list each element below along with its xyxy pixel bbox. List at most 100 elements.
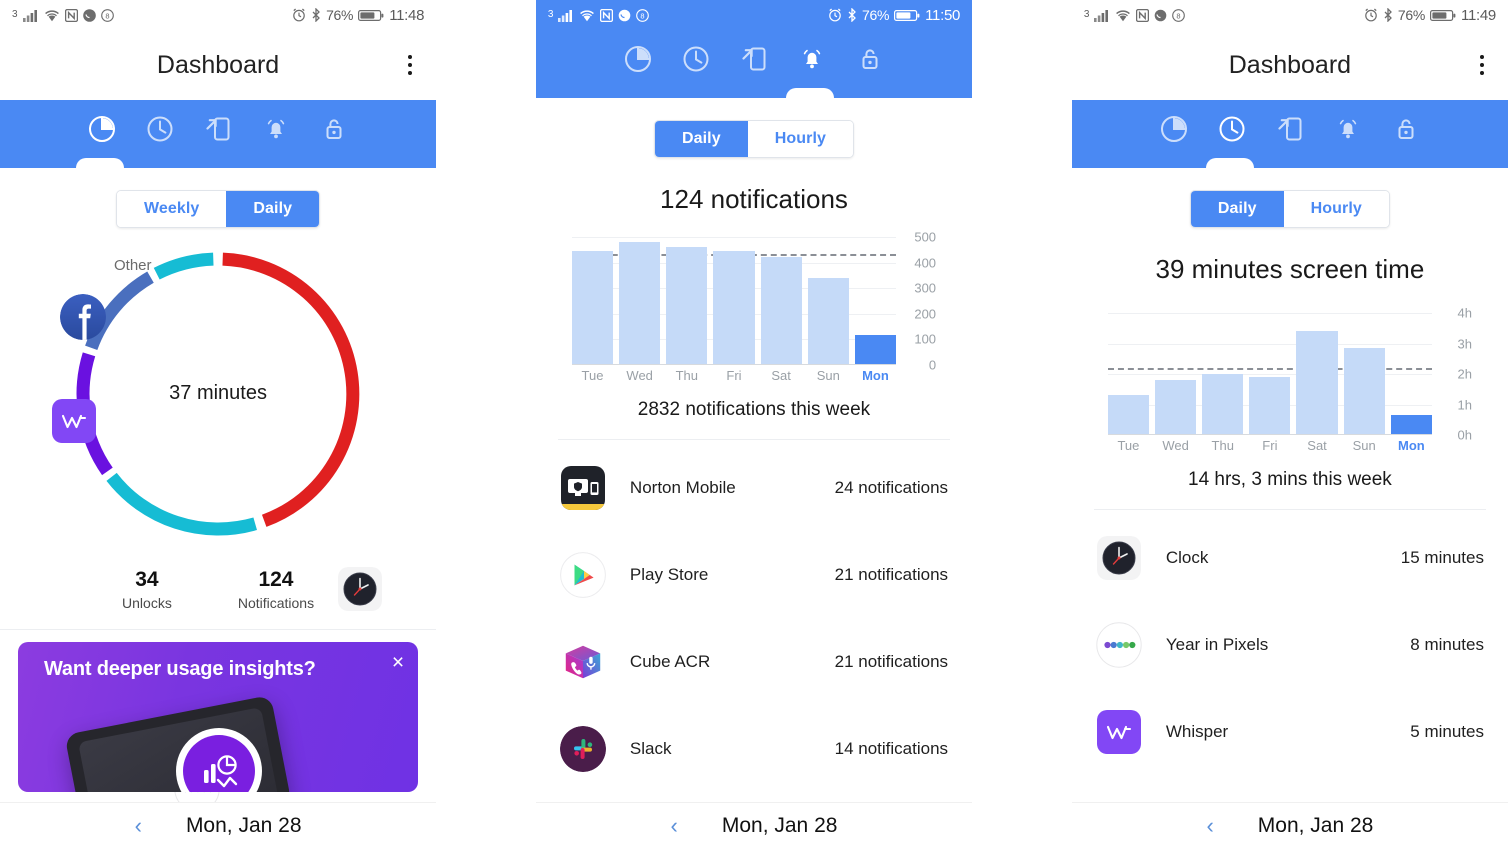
app-name: Norton Mobile: [629, 477, 736, 497]
bar-column[interactable]: [713, 237, 755, 365]
overflow-menu-button[interactable]: [1474, 49, 1490, 81]
period-toggle-wrap: Daily Hourly: [1072, 168, 1508, 228]
donut-app-facebook[interactable]: [60, 294, 106, 345]
sound-mode-icon: 8: [100, 8, 114, 22]
bar-column[interactable]: [571, 237, 614, 365]
facebook-icon: [60, 294, 106, 340]
donut-app-whisper[interactable]: [52, 399, 96, 448]
stat-unlocks-value: 34: [135, 568, 159, 591]
app-bar: Dashboard: [0, 30, 437, 100]
bar-sun: [1343, 348, 1385, 435]
status-bar: 3 8: [1071, 0, 1508, 30]
whisper-icon: [52, 399, 96, 443]
bar-column[interactable]: [854, 237, 897, 365]
list-item[interactable]: Cube ACR 21 notifications: [536, 618, 972, 705]
list-item[interactable]: Norton Mobile 24 notifications: [536, 444, 972, 531]
prev-day-button[interactable]: ‹: [671, 814, 678, 837]
period-toggle-wrap: Daily Hourly: [536, 98, 972, 158]
stat-unlocks-label: Unlocks: [122, 595, 172, 611]
bar-column[interactable]: [1107, 307, 1149, 435]
tab-lock[interactable]: [1377, 100, 1435, 158]
close-icon[interactable]: ×: [392, 652, 404, 673]
tab-notifications[interactable]: [247, 100, 305, 158]
date-nav: ‹ Mon, Jan 28: [0, 802, 437, 848]
list-item[interactable]: Play Store 21 notifications: [536, 531, 972, 618]
list-item[interactable]: Whisper 5 minutes: [1072, 688, 1508, 775]
page-title: Dashboard: [1228, 50, 1352, 79]
phone-unlock-icon: [1275, 114, 1305, 144]
tab-screen-time[interactable]: [667, 30, 725, 88]
signal-bars-icon: [22, 9, 39, 22]
app-icon-wrap: [560, 640, 606, 684]
bluetooth-icon: [1383, 8, 1393, 22]
bar-mon: [854, 334, 897, 365]
tab-notifications[interactable]: [1319, 100, 1377, 158]
tab-notifications[interactable]: [783, 30, 841, 88]
prev-day-button[interactable]: ‹: [135, 814, 142, 837]
period-option-weekly[interactable]: Weekly: [116, 191, 227, 227]
bar-column[interactable]: [619, 237, 661, 365]
chart-y-axis: 0 100 200 300 400 500: [898, 230, 938, 373]
tab-indicator: [76, 158, 124, 170]
status-bar-right: 76% 11:50: [828, 7, 960, 24]
year-in-pixels-icon: [1096, 621, 1142, 668]
bar-fri: [1249, 377, 1291, 435]
tab-usage[interactable]: [1145, 100, 1203, 158]
divider: [0, 629, 437, 630]
chart-y-axis: 0h 1h 2h 3h 4h: [1434, 306, 1474, 443]
tab-lock[interactable]: [305, 100, 363, 158]
bar-column[interactable]: [1155, 307, 1197, 435]
tab-lock[interactable]: [841, 30, 899, 88]
bar-column[interactable]: [1249, 307, 1291, 435]
status-bar: 3 8: [0, 0, 437, 30]
tab-usage[interactable]: [609, 30, 667, 88]
tab-unlocks[interactable]: [1261, 100, 1319, 158]
bar-wed: [1155, 380, 1197, 435]
app-screen-time-list: Clock 15 minutes Year in Pixels 8 minute…: [1072, 510, 1508, 775]
phone-screen-screen-time: 3 8 76% 11:49 Dashboard Daily Hourly 39 …: [1071, 0, 1508, 848]
period-option-hourly[interactable]: Hourly: [747, 121, 853, 157]
clock-time: 11:49: [1461, 6, 1496, 24]
donut-app-clock[interactable]: [338, 567, 382, 616]
tab-screen-time[interactable]: [1203, 100, 1261, 158]
tab-usage[interactable]: [73, 100, 131, 158]
ytick-3h: 3h: [1457, 336, 1472, 352]
bar-column[interactable]: [760, 237, 802, 365]
period-option-daily[interactable]: Daily: [654, 121, 748, 157]
tab-unlocks[interactable]: [189, 100, 247, 158]
bar-column[interactable]: [1296, 307, 1338, 435]
tab-screen-time[interactable]: [131, 100, 189, 158]
prev-day-button[interactable]: ‹: [1206, 814, 1213, 837]
app-icon-wrap: [1096, 621, 1142, 668]
signal-bars-icon: [1094, 9, 1110, 22]
tab-bar: [535, 30, 973, 88]
phone-unlock-icon: [203, 114, 233, 144]
bar-column[interactable]: [1343, 307, 1385, 435]
xtick-tue: Tue: [581, 368, 604, 383]
data-saver-icon: [82, 8, 96, 22]
week-total-caption: 14 hrs, 3 mins this week: [1188, 469, 1392, 490]
svg-text:8: 8: [1177, 11, 1181, 20]
alarm-icon: [828, 8, 842, 22]
app-icon-wrap: [560, 551, 606, 598]
list-item[interactable]: Clock 15 minutes: [1072, 514, 1508, 601]
bar-mon: [1390, 415, 1432, 435]
period-option-daily[interactable]: Daily: [226, 191, 320, 227]
period-option-hourly[interactable]: Hourly: [1283, 191, 1389, 227]
signal-bars-icon: [558, 9, 574, 22]
clock-icon: [1217, 114, 1247, 144]
phone-screen-notifications: 3 8 76% 11:50 Daily Hourly 124 notificat…: [535, 0, 973, 848]
tab-unlocks[interactable]: [725, 30, 783, 88]
list-item[interactable]: Year in Pixels 8 minutes: [1072, 601, 1508, 688]
analytics-icon: [204, 755, 238, 788]
list-item[interactable]: Slack 14 notifications: [536, 705, 972, 792]
promo-banner[interactable]: Want deeper usage insights? ×: [18, 642, 419, 792]
bar-column[interactable]: [1390, 307, 1432, 435]
bar-column[interactable]: [1202, 307, 1244, 435]
bar-column[interactable]: [666, 237, 708, 365]
overflow-menu-button[interactable]: [402, 49, 418, 81]
period-option-daily[interactable]: Daily: [1190, 191, 1284, 227]
bar-column[interactable]: [807, 237, 849, 365]
current-date-label: Mon, Jan 28: [1257, 813, 1374, 837]
tab-indicator: [1205, 158, 1254, 170]
